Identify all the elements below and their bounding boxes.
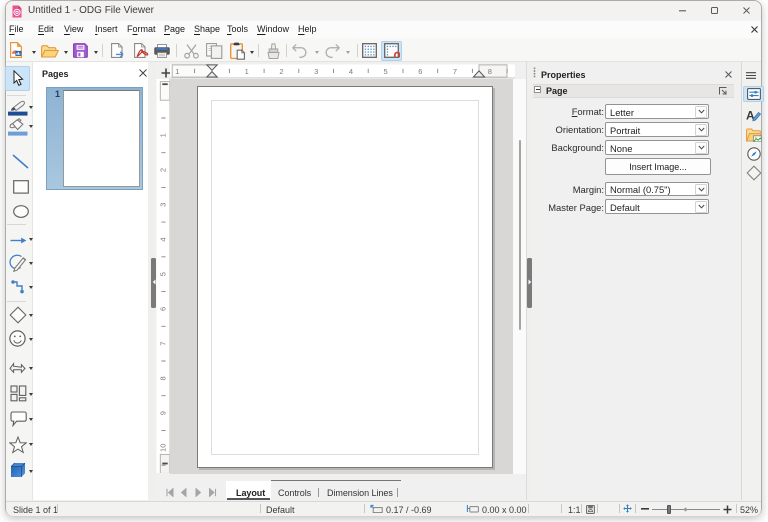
svg-text:3: 3 [314, 66, 318, 75]
svg-text:4: 4 [349, 66, 353, 75]
svg-text:1: 1 [159, 133, 168, 137]
svg-text:3: 3 [159, 203, 168, 207]
svg-text:8: 8 [488, 66, 492, 75]
svg-text:1: 1 [175, 66, 179, 75]
svg-text:5: 5 [159, 272, 168, 276]
svg-text:2: 2 [279, 66, 283, 75]
svg-text:7: 7 [453, 66, 457, 75]
svg-text:8: 8 [159, 376, 168, 380]
svg-text:4: 4 [159, 237, 168, 241]
svg-text:7: 7 [159, 342, 168, 346]
svg-text:6: 6 [418, 66, 422, 75]
svg-text:5: 5 [384, 66, 388, 75]
svg-text:10: 10 [159, 444, 168, 452]
svg-text:1: 1 [245, 66, 249, 75]
svg-text:6: 6 [159, 307, 168, 311]
svg-text:2: 2 [159, 168, 168, 172]
svg-text:9: 9 [159, 411, 168, 415]
